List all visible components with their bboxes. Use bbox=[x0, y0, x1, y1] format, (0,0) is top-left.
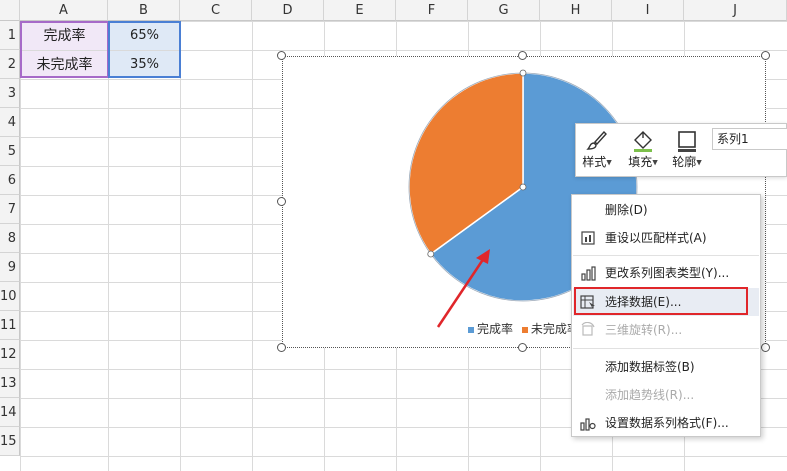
resize-handle-tr[interactable] bbox=[761, 51, 770, 60]
col-header-i[interactable]: I bbox=[612, 0, 684, 21]
menu-item-3d-rotation: 三维旋转(R)... bbox=[573, 316, 759, 344]
series-point-handle[interactable] bbox=[519, 183, 527, 191]
resize-handle-bl[interactable] bbox=[277, 343, 286, 352]
menu-item-delete[interactable]: 删除(D) bbox=[573, 196, 759, 224]
select-data-icon bbox=[580, 295, 595, 309]
series-point-handle[interactable] bbox=[427, 250, 435, 258]
row-header-2[interactable]: 2 bbox=[0, 50, 20, 79]
context-menu: 删除(D) 重设以匹配样式(A) 更改系列图表类型(Y)... 选择数据(E).… bbox=[571, 194, 761, 437]
row-header-9[interactable]: 9 bbox=[0, 253, 20, 282]
row-header-14[interactable]: 14 bbox=[0, 398, 20, 427]
menu-item-label: 更改系列图表类型(Y)... bbox=[605, 266, 730, 280]
col-header-h[interactable]: H bbox=[540, 0, 612, 21]
row-header-13[interactable]: 13 bbox=[0, 369, 20, 398]
resize-handle-tc[interactable] bbox=[518, 51, 527, 60]
cell-b1[interactable]: 65% bbox=[109, 22, 180, 50]
series-select[interactable]: 系列1 bbox=[712, 128, 787, 150]
row-header-15[interactable]: 15 bbox=[0, 427, 20, 456]
chevron-down-icon: ▼ bbox=[652, 158, 658, 167]
menu-item-label: 设置数据系列格式(F)... bbox=[605, 416, 729, 430]
chevron-down-icon: ▼ bbox=[606, 158, 612, 167]
menu-item-add-trendline: 添加趋势线(R)... bbox=[573, 381, 759, 409]
row-header-10[interactable]: 10 bbox=[0, 282, 20, 311]
rotate-icon bbox=[581, 322, 595, 336]
row-header-11[interactable]: 11 bbox=[0, 311, 20, 340]
fill-label: 填充 bbox=[628, 155, 653, 169]
col-header-g[interactable]: G bbox=[468, 0, 540, 21]
col-header-d[interactable]: D bbox=[252, 0, 324, 21]
style-label: 样式 bbox=[582, 155, 607, 169]
cell-a1[interactable]: 完成率 bbox=[21, 22, 108, 50]
fill-button[interactable]: 填充▼ bbox=[624, 128, 662, 171]
col-header-a[interactable]: A bbox=[20, 0, 108, 21]
reset-style-icon bbox=[581, 231, 595, 245]
row-header-4[interactable]: 4 bbox=[0, 108, 20, 137]
style-button[interactable]: 样式▼ bbox=[578, 128, 616, 171]
menu-item-label: 添加趋势线(R)... bbox=[605, 388, 695, 402]
resize-handle-tl[interactable] bbox=[277, 51, 286, 60]
col-header-f[interactable]: F bbox=[396, 0, 468, 21]
menu-separator bbox=[573, 255, 759, 256]
col-header-j[interactable]: J bbox=[684, 0, 787, 21]
row-header-7[interactable]: 7 bbox=[0, 195, 20, 224]
chevron-down-icon: ▼ bbox=[696, 158, 702, 167]
bar-chart-icon bbox=[581, 266, 596, 281]
format-series-icon bbox=[580, 418, 596, 431]
outline-icon bbox=[668, 128, 706, 154]
row-header-3[interactable]: 3 bbox=[0, 79, 20, 108]
menu-item-label: 选择数据(E)... bbox=[605, 295, 682, 309]
menu-item-label: 添加数据标签(B) bbox=[605, 360, 695, 374]
resize-handle-ml[interactable] bbox=[277, 197, 286, 206]
chart-mini-toolbar: 样式▼ 填充▼ 轮廓▼ 系列1 bbox=[575, 123, 787, 177]
cell-b2[interactable]: 35% bbox=[109, 51, 180, 78]
series-point-handle[interactable] bbox=[519, 69, 527, 77]
menu-item-label: 重设以匹配样式(A) bbox=[605, 231, 707, 245]
legend-item-completed: 完成率 bbox=[477, 322, 514, 336]
menu-item-change-chart-type[interactable]: 更改系列图表类型(Y)... bbox=[573, 259, 759, 287]
legend-swatch-orange bbox=[521, 326, 528, 333]
menu-item-label: 删除(D) bbox=[605, 203, 648, 217]
paint-bucket-icon bbox=[624, 128, 662, 154]
menu-separator bbox=[573, 348, 759, 349]
menu-item-add-data-labels[interactable]: 添加数据标签(B) bbox=[573, 353, 759, 381]
row-header-8[interactable]: 8 bbox=[0, 224, 20, 253]
cell-a2[interactable]: 未完成率 bbox=[21, 51, 108, 78]
row-header-12[interactable]: 12 bbox=[0, 340, 20, 369]
menu-item-label: 三维旋转(R)... bbox=[605, 323, 683, 337]
col-header-e[interactable]: E bbox=[324, 0, 396, 21]
row-header-6[interactable]: 6 bbox=[0, 166, 20, 195]
resize-handle-bc[interactable] bbox=[518, 343, 527, 352]
corner-cell[interactable] bbox=[0, 0, 20, 21]
row-header-5[interactable]: 5 bbox=[0, 137, 20, 166]
legend-swatch-blue bbox=[468, 326, 474, 333]
col-header-b[interactable]: B bbox=[108, 0, 180, 21]
row-header-1[interactable]: 1 bbox=[0, 21, 20, 50]
outline-label: 轮廓 bbox=[672, 155, 697, 169]
resize-handle-br[interactable] bbox=[761, 343, 770, 352]
outline-button[interactable]: 轮廓▼ bbox=[668, 128, 706, 171]
menu-item-reset-style[interactable]: 重设以匹配样式(A) bbox=[573, 224, 759, 252]
brush-icon bbox=[578, 128, 616, 154]
chart-legend[interactable]: 完成率 未完成率 bbox=[468, 320, 578, 337]
menu-item-format-series[interactable]: 设置数据系列格式(F)... bbox=[573, 409, 759, 437]
menu-item-select-data[interactable]: 选择数据(E)... bbox=[573, 288, 759, 316]
col-header-c[interactable]: C bbox=[180, 0, 252, 21]
